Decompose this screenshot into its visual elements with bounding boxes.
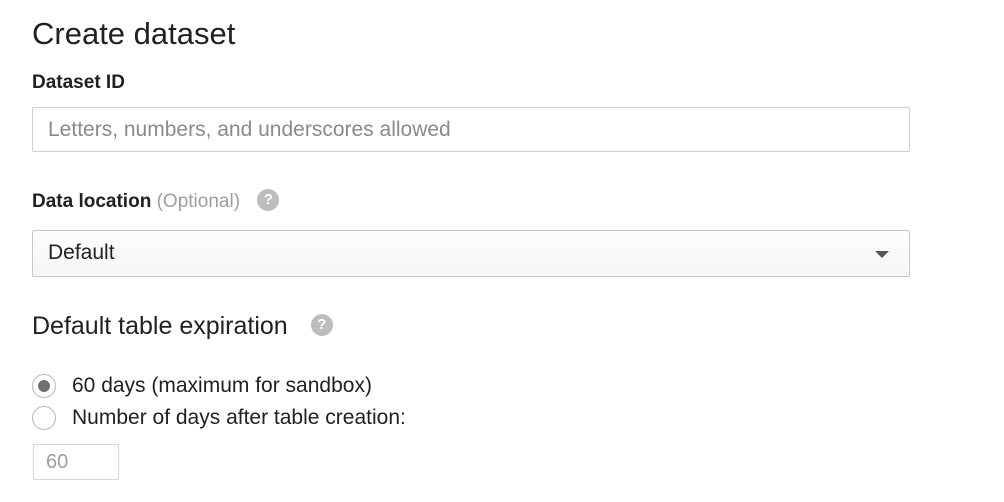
days-after-creation-input[interactable] (33, 444, 119, 480)
data-location-label: Data location (32, 191, 152, 213)
help-icon[interactable]: ? (257, 189, 280, 211)
radio-option-60-days[interactable]: 60 days (maximum for sandbox) (32, 373, 372, 399)
dataset-id-input[interactable] (32, 107, 910, 152)
radio-button-unchecked[interactable] (32, 406, 56, 430)
dataset-id-label: Dataset ID (32, 72, 125, 93)
expiration-heading: Default table expiration (32, 312, 288, 340)
page-title: Create dataset (32, 16, 236, 51)
data-location-select[interactable]: Default (32, 230, 910, 277)
radio-option-custom-days[interactable]: Number of days after table creation: (32, 405, 406, 431)
radio-label-60-days: 60 days (maximum for sandbox) (72, 374, 372, 397)
data-location-label-row: Data location (Optional) ? (32, 189, 280, 213)
expiration-heading-row: Default table expiration ? (32, 312, 333, 341)
help-icon[interactable]: ? (310, 314, 333, 337)
radio-label-custom-days: Number of days after table creation: (72, 406, 406, 429)
radio-button-checked[interactable] (32, 374, 56, 398)
data-location-selected-value: Default (48, 241, 115, 264)
optional-hint: (Optional) (156, 191, 241, 213)
caret-down-icon (875, 251, 889, 258)
